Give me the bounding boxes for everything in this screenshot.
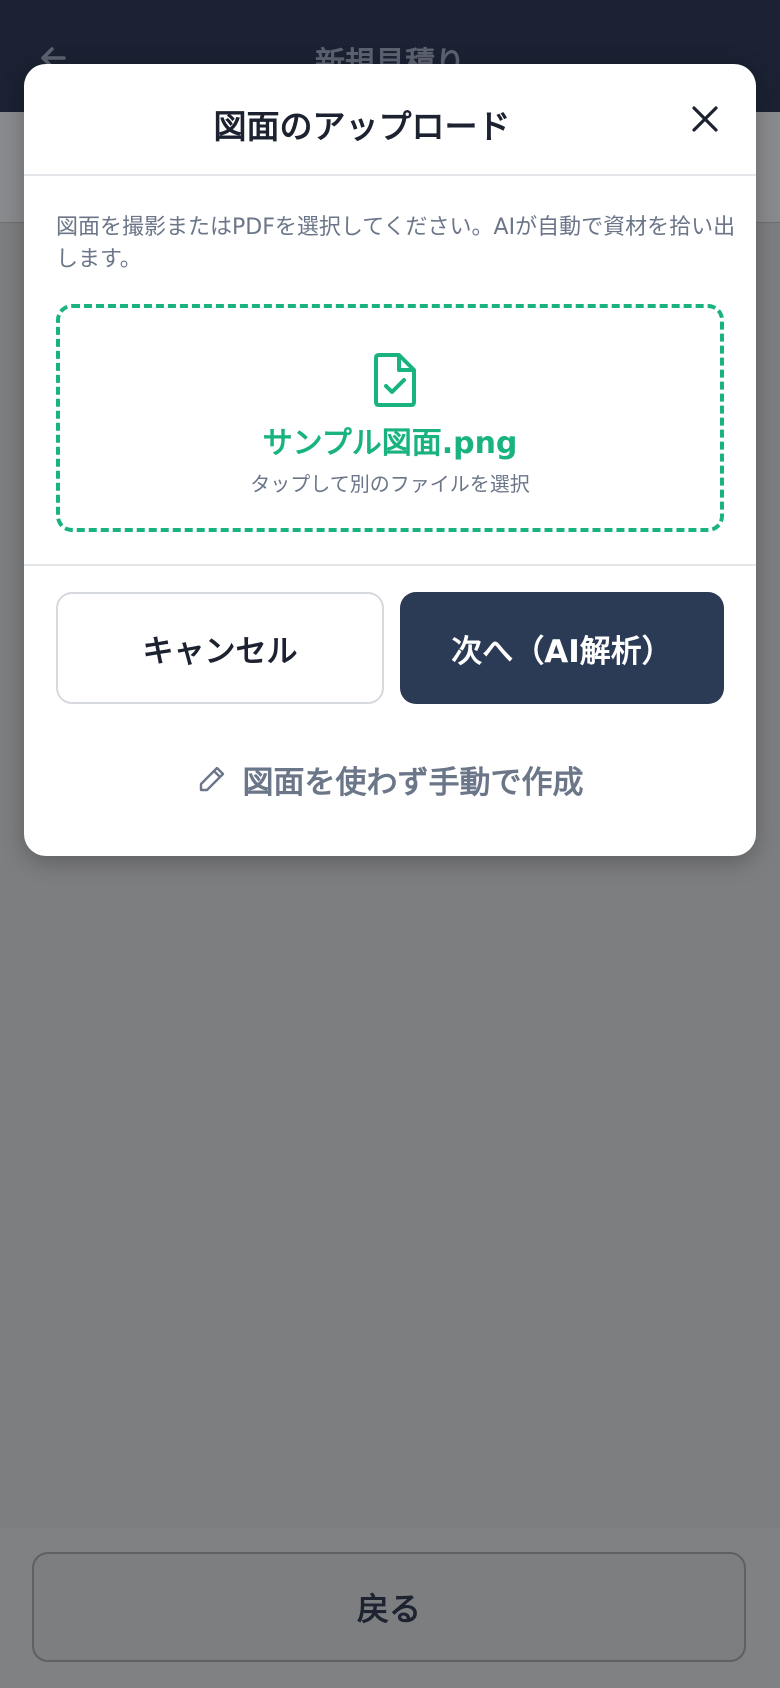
- selected-file-name: サンプル図面.png: [262, 426, 518, 461]
- close-button[interactable]: [684, 100, 726, 142]
- upload-modal: 図面のアップロード 図面を撮影またはPDFを選択してください。AIが自動で資材を…: [24, 64, 756, 856]
- modal-header: 図面のアップロード: [24, 64, 756, 176]
- manual-create-label: 図面を使わず手動で作成: [242, 764, 584, 801]
- close-icon: [690, 104, 720, 138]
- modal-description: 図面を撮影またはPDFを選択してください。AIが自動で資材を拾い出します。: [56, 215, 736, 272]
- modal-title: 図面のアップロード: [213, 107, 511, 146]
- next-ai-analysis-button[interactable]: 次へ（AI解析）: [400, 592, 724, 704]
- file-dropzone[interactable]: サンプル図面.png タップして別のファイルを選択: [56, 304, 724, 532]
- file-check-icon: [368, 352, 422, 408]
- pencil-icon: [199, 766, 224, 792]
- divider: [24, 564, 756, 566]
- cancel-button[interactable]: キャンセル: [56, 592, 384, 704]
- dropzone-hint: タップして別のファイルを選択: [250, 472, 530, 496]
- back-button[interactable]: 戻る: [32, 1552, 746, 1662]
- manual-create-link[interactable]: 図面を使わず手動で作成: [24, 754, 756, 804]
